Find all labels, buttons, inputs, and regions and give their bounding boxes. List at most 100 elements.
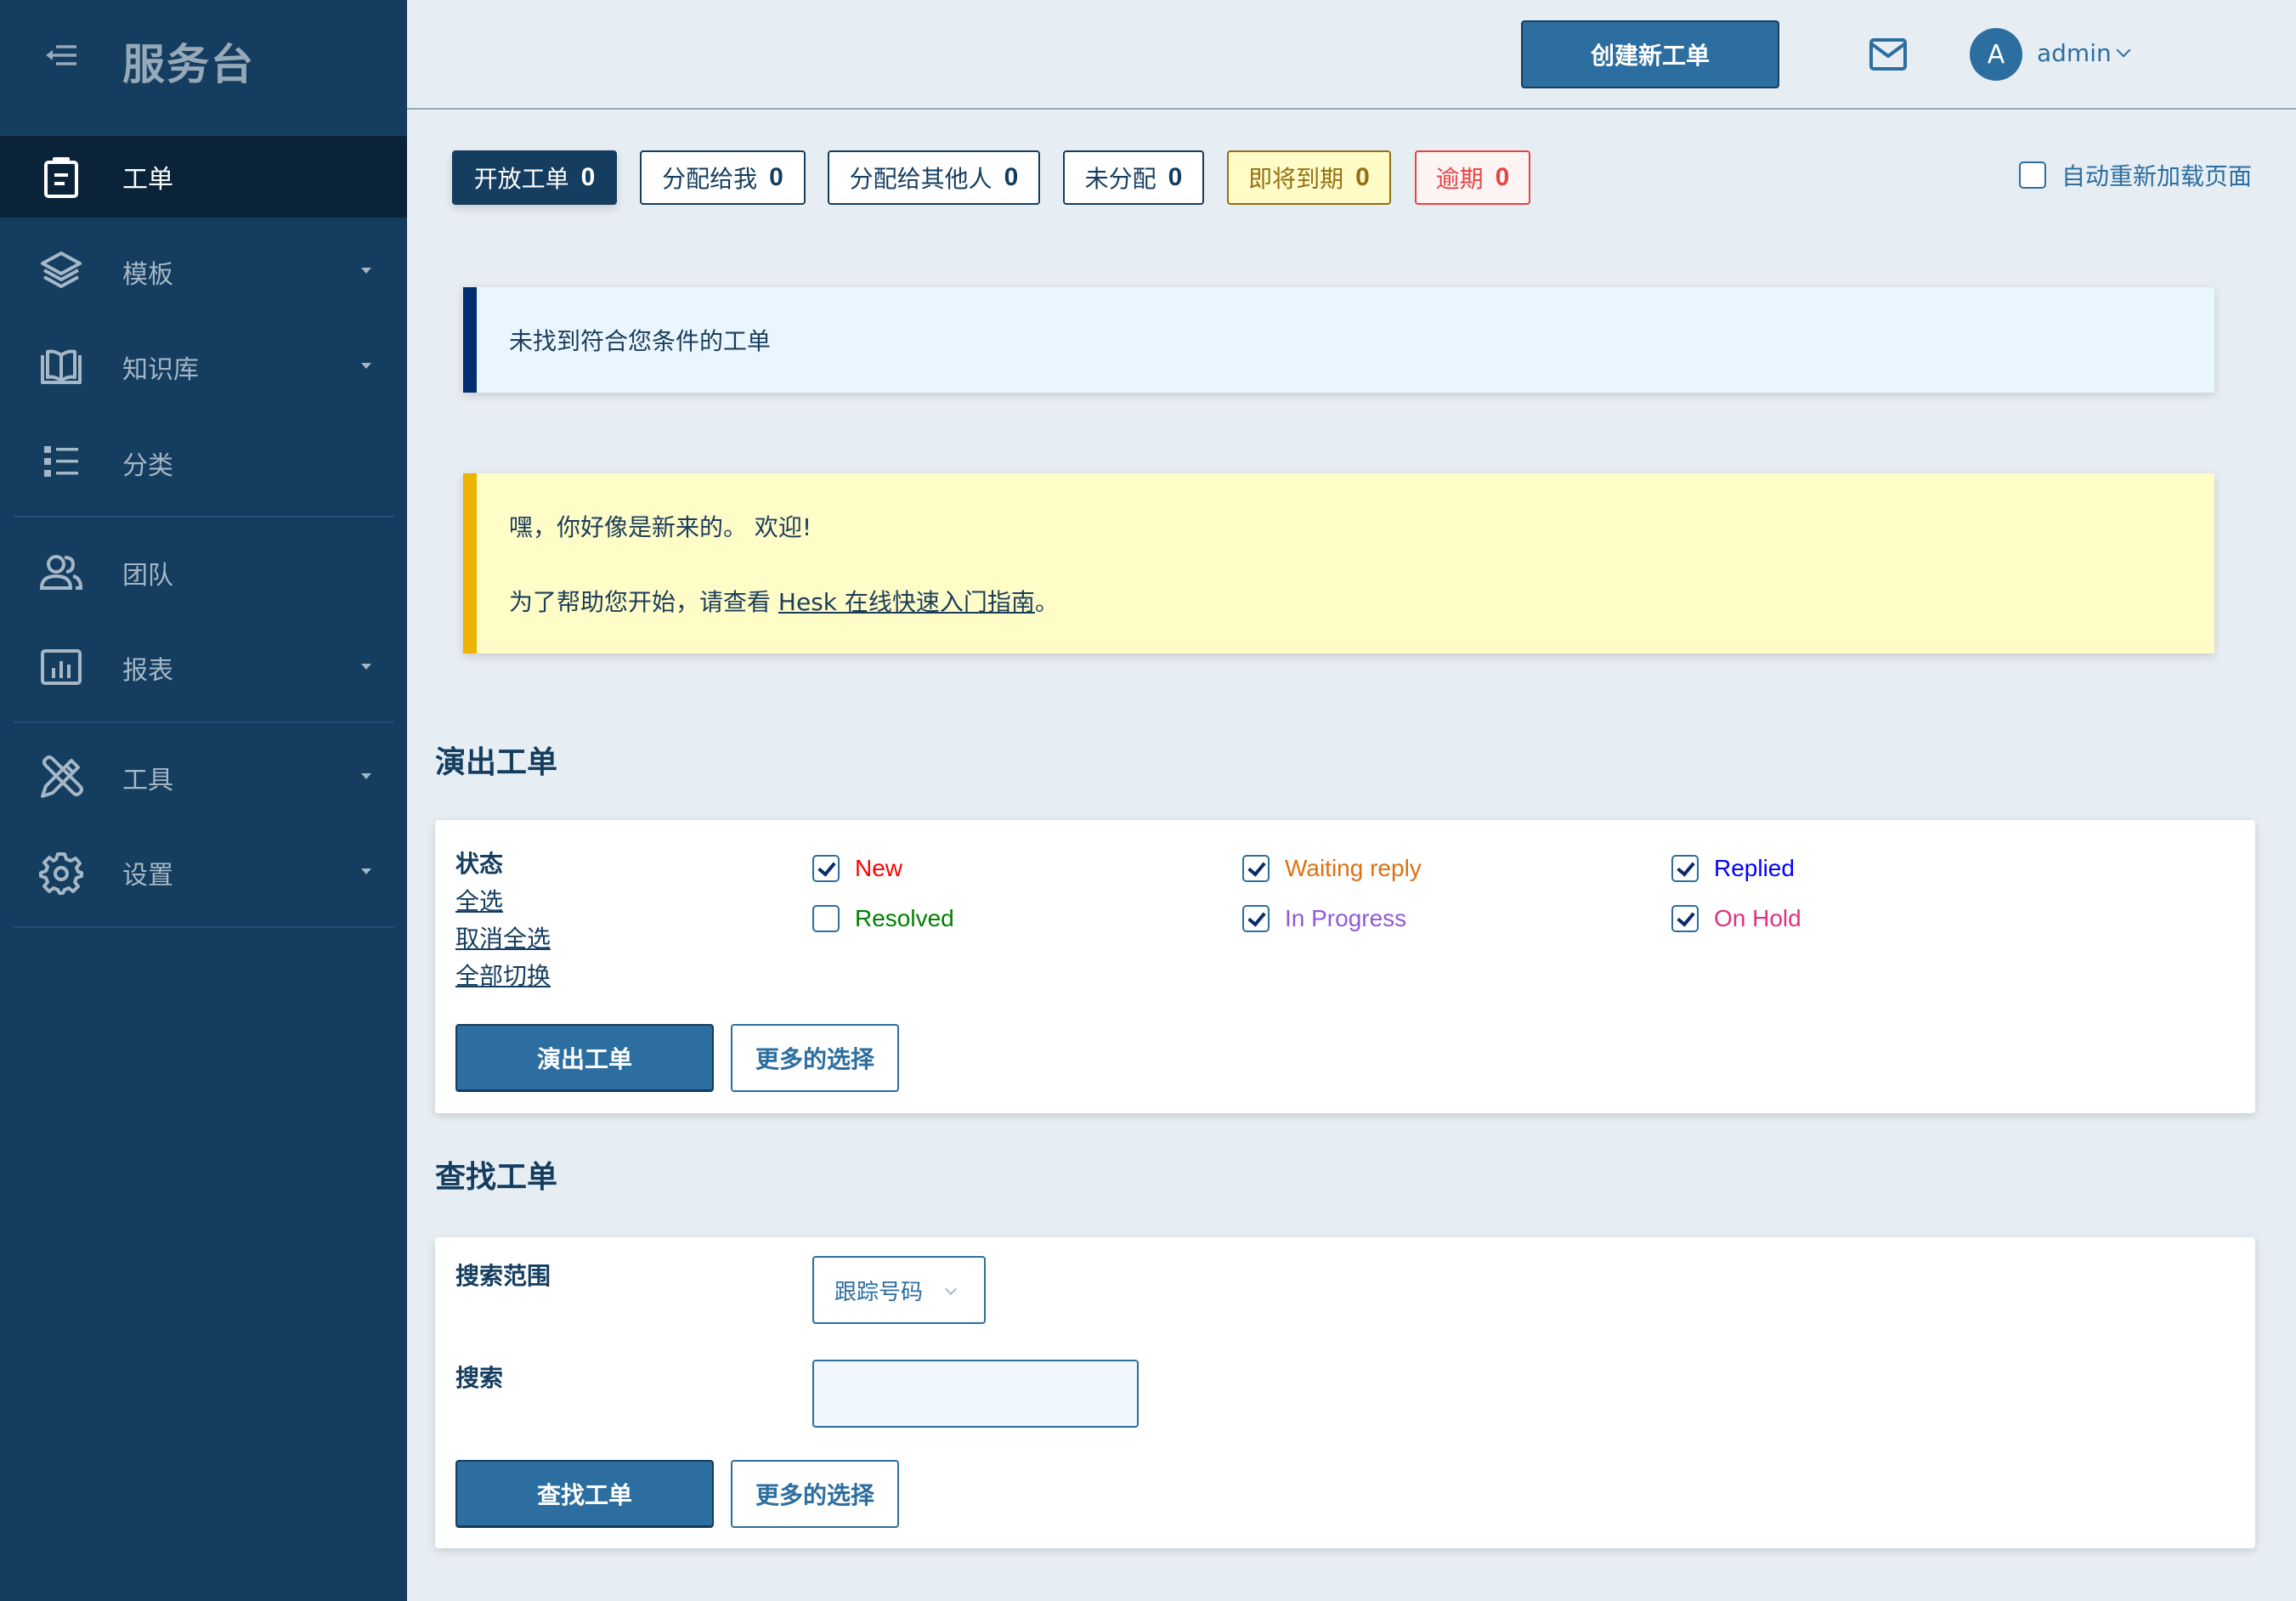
layers-icon — [41, 252, 82, 288]
caret-down-icon — [361, 363, 371, 369]
create-ticket-button[interactable]: 创建新工单 — [1521, 20, 1779, 88]
auto-reload-toggle[interactable]: 自动重新加载页面 — [2019, 158, 2252, 192]
checkbox[interactable] — [1242, 855, 1270, 882]
show-more-options-button[interactable]: 更多的选择 — [731, 1024, 899, 1092]
show-tickets-card: 状态 全选 取消全选 全部切换 New Waiting reply Replie… — [435, 820, 2255, 1113]
tab-label: 分配给我 — [662, 165, 758, 193]
welcome-notice: 嘿，你好像是新来的。 欢迎! 为了帮助您开始，请查看 Hesk 在线快速入门指南… — [463, 473, 2214, 653]
tab-label: 即将到期 — [1248, 165, 1344, 193]
status-label: 状态 — [455, 850, 504, 878]
sidebar-item-templates[interactable]: 模板 — [0, 231, 407, 313]
caret-down-icon — [361, 773, 371, 779]
caret-down-icon — [361, 664, 371, 670]
sidebar-item-tools[interactable]: 工具 — [0, 737, 407, 818]
auto-reload-label: 自动重新加载页面 — [2061, 162, 2253, 190]
avatar[interactable]: A — [1970, 28, 2022, 81]
status-checkbox-new[interactable]: New — [812, 855, 902, 882]
sidebar-item-label: 报表 — [122, 656, 173, 686]
status-label-waiting-reply: Waiting reply — [1285, 855, 1422, 881]
sidebar-item-settings[interactable]: 设置 — [0, 832, 407, 914]
tab-count: 0 — [1004, 163, 1019, 191]
chevron-down-icon — [944, 1282, 958, 1296]
user-menu[interactable]: admin — [2037, 39, 2131, 67]
welcome-guide-prefix: 为了帮助您开始，请查看 — [509, 588, 778, 616]
status-label-replied: Replied — [1714, 855, 1795, 881]
sidebar-divider — [14, 926, 394, 928]
search-scope-select[interactable]: 跟踪号码 — [812, 1256, 986, 1324]
tab-label: 开放工单 — [473, 165, 569, 193]
sidebar-item-label: 工具 — [122, 766, 173, 795]
username: admin — [2037, 39, 2112, 67]
auto-reload-checkbox[interactable] — [2019, 161, 2046, 189]
caret-down-icon — [361, 268, 371, 274]
top-header: 创建新工单 A admin — [407, 0, 2296, 110]
show-tickets-button[interactable]: 演出工单 — [455, 1024, 714, 1092]
tab-assigned-to-me[interactable]: 分配给我 0 — [640, 150, 806, 205]
status-checkbox-replied[interactable]: Replied — [1671, 855, 1795, 882]
tab-count: 0 — [1495, 163, 1510, 191]
sidebar-item-label: 工单 — [122, 165, 173, 195]
status-checkbox-resolved[interactable]: Resolved — [812, 905, 954, 932]
sidebar-divider — [14, 721, 394, 723]
sidebar-item-label: 分类 — [122, 451, 173, 481]
users-icon — [39, 555, 83, 590]
sidebar-item-reports[interactable]: 报表 — [0, 627, 407, 709]
tab-overdue[interactable]: 逾期 0 — [1415, 150, 1530, 205]
quick-start-guide-link[interactable]: Hesk 在线快速入门指南 — [778, 588, 1035, 616]
find-tickets-card: 搜索范围 跟踪号码 搜索 查找工单 更多的选择 — [435, 1237, 2255, 1548]
sidebar-item-label: 模板 — [122, 260, 173, 290]
collapse-menu-icon[interactable] — [44, 40, 78, 71]
no-tickets-text: 未找到符合您条件的工单 — [509, 327, 772, 355]
tab-count: 0 — [580, 163, 596, 191]
search-scope-label: 搜索范围 — [455, 1262, 551, 1290]
find-tickets-heading: 查找工单 — [435, 1160, 558, 1195]
tab-assigned-to-others[interactable]: 分配给其他人 0 — [828, 150, 1040, 205]
status-checkbox-on-hold[interactable]: On Hold — [1671, 905, 1801, 932]
caret-down-icon — [361, 868, 371, 874]
checkbox[interactable] — [1242, 905, 1270, 932]
tab-label: 逾期 — [1435, 165, 1484, 193]
status-label-on-hold: On Hold — [1714, 905, 1801, 931]
sidebar-item-knowledgebase[interactable]: 知识库 — [0, 326, 407, 408]
search-label: 搜索 — [455, 1364, 504, 1392]
bar-chart-icon — [41, 649, 82, 685]
show-tickets-heading: 演出工单 — [435, 745, 558, 780]
status-label-in-progress: In Progress — [1285, 905, 1407, 931]
sidebar-divider — [14, 516, 394, 518]
sidebar-item-label: 设置 — [122, 861, 173, 891]
tab-unassigned[interactable]: 未分配 0 — [1063, 150, 1204, 205]
sidebar-item-categories[interactable]: 分类 — [0, 422, 407, 504]
status-checkbox-in-progress[interactable]: In Progress — [1242, 905, 1406, 932]
tab-label: 未分配 — [1084, 165, 1156, 193]
sidebar-header: 服务台 — [0, 0, 407, 110]
mail-icon[interactable] — [1869, 37, 1908, 71]
tools-icon — [41, 755, 83, 798]
tab-open-tickets[interactable]: 开放工单 0 — [452, 150, 617, 205]
checkbox[interactable] — [1671, 855, 1699, 882]
status-label-new: New — [855, 855, 903, 881]
sidebar-item-team[interactable]: 团队 — [0, 532, 407, 614]
checkbox[interactable] — [1671, 905, 1699, 932]
sidebar-item-label: 团队 — [122, 561, 173, 591]
find-tickets-button[interactable]: 查找工单 — [455, 1460, 714, 1528]
search-input[interactable] — [812, 1360, 1139, 1428]
find-more-options-button[interactable]: 更多的选择 — [731, 1460, 899, 1528]
checkbox[interactable] — [812, 855, 840, 882]
sidebar: 服务台 工单 模板 知识库 分类 团队 报表 工具 设置 — [0, 0, 407, 1601]
tab-due-soon[interactable]: 即将到期 0 — [1227, 150, 1391, 205]
tab-label: 分配给其他人 — [849, 165, 992, 193]
deselect-all-link[interactable]: 取消全选 — [455, 920, 551, 954]
gear-icon — [39, 852, 83, 895]
welcome-guide-suffix: 。 — [1034, 588, 1059, 616]
toggle-all-link[interactable]: 全部切换 — [455, 958, 551, 992]
chevron-down-icon — [2116, 42, 2131, 57]
tab-count: 0 — [769, 163, 783, 191]
no-tickets-notice: 未找到符合您条件的工单 — [463, 287, 2214, 393]
search-scope-value: 跟踪号码 — [834, 1279, 924, 1305]
status-checkbox-waiting-reply[interactable]: Waiting reply — [1242, 855, 1422, 882]
brand-title: 服务台 — [122, 40, 255, 89]
checkbox[interactable] — [812, 905, 840, 932]
sidebar-item-tickets[interactable]: 工单 — [0, 136, 407, 218]
tab-count: 0 — [1355, 163, 1370, 191]
select-all-link[interactable]: 全选 — [455, 883, 503, 917]
